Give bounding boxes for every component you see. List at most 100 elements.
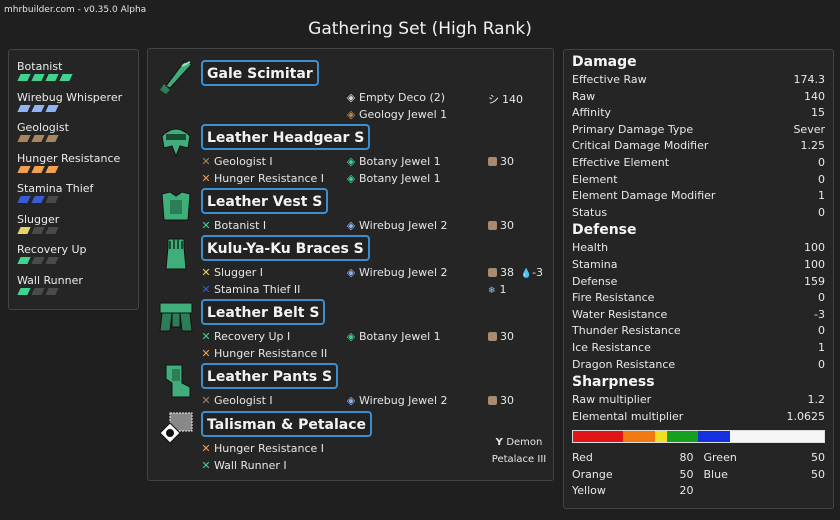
stat-label: Health	[572, 241, 609, 255]
stat-row: Ice Resistance 1	[572, 340, 825, 357]
sharpness-value: 50	[679, 467, 694, 481]
stat-label: Ice Resistance	[572, 340, 651, 354]
decoration-slot[interactable]: ◈ Wirebug Jewel 2	[345, 219, 448, 232]
skill-label: Geologist I	[214, 394, 273, 407]
skill-level-pip	[31, 74, 45, 81]
stat-value: 15	[811, 106, 825, 120]
sharpness-segment-green	[667, 431, 699, 443]
skill-name: Recovery Up	[17, 243, 87, 256]
sharpness-color-name: Green	[703, 451, 737, 465]
decoration-slot[interactable]: ◈ Wirebug Jewel 2	[345, 266, 448, 279]
skill-level-bars	[17, 135, 138, 142]
stat-row: Element Damage Modifier 1	[572, 188, 825, 205]
geology-jewel-icon: ◈	[346, 108, 356, 121]
stat-label: Element Damage Modifier	[572, 189, 716, 203]
stat-row: Primary Damage Type Sever	[572, 122, 825, 139]
skill-row[interactable]: Wall Runner	[17, 274, 138, 305]
skill-level-bars	[17, 226, 138, 234]
skill-row[interactable]: Recovery Up	[17, 243, 138, 274]
skill-level-pip	[45, 165, 59, 173]
stat-label: Stamina	[572, 257, 618, 271]
stat-row: Effective Raw 174.3	[572, 72, 825, 89]
skill-row[interactable]: Wirebug Whisperer	[17, 91, 138, 122]
stat-label: Thunder Resistance	[572, 324, 681, 338]
sharpness-segment-orange	[623, 431, 655, 443]
decoration-label: Botany Jewel 1	[359, 172, 441, 185]
skill-row[interactable]: Geologist	[17, 121, 138, 152]
equipment-stat: 30	[488, 155, 514, 168]
equipment-name[interactable]: Gale Scimitar	[201, 60, 319, 86]
equipment-item[interactable]: Kulu-Ya-Ku Braces S ✕ Slugger I ✕ Stamina Th…	[148, 233, 553, 296]
sharpness-legend-row: Orange 50	[572, 467, 694, 484]
equipment-stat: 30	[488, 330, 514, 343]
legs-icon	[156, 361, 196, 401]
equipment-stat: 30	[488, 219, 514, 232]
skill-label: Geologist I	[214, 155, 273, 168]
skill-row[interactable]: Hunger Resistance	[17, 152, 138, 183]
skill-icon: ✕	[201, 219, 211, 232]
sharpness-color-name: Blue	[703, 467, 728, 481]
stat-value: 30	[500, 155, 514, 168]
decoration-label: Geology Jewel 1	[359, 108, 448, 121]
skill-label: Hunger Resistance II	[214, 347, 328, 360]
sharpness-bar	[572, 430, 825, 444]
equipment-name[interactable]: Kulu-Ya-Ku Braces S	[201, 235, 370, 261]
defense-icon	[488, 332, 497, 341]
wirebug-jewel-icon: ◈	[346, 394, 356, 407]
decoration-slot[interactable]: ◈ Wirebug Jewel 2	[345, 394, 448, 407]
skill-icon: ✕	[201, 172, 211, 185]
equipment-name[interactable]: Leather Pants S	[201, 363, 339, 389]
decoration-slot[interactable]: ◈ Botany Jewel 1	[345, 330, 441, 343]
skill-name: Slugger	[17, 212, 60, 226]
equipment-item[interactable]: Leather Headgear S ✕ Geologist I ✕ Hunger Re…	[148, 122, 553, 185]
skill-name: Wirebug Whisperer	[17, 90, 123, 104]
waist-icon	[156, 297, 196, 337]
botany-jewel-icon: ◈	[346, 155, 356, 168]
equipment-item[interactable]: Gale Scimitar ◈ Empty Deco (2) ◈ Geology Jew…	[148, 58, 553, 121]
skill-level-pip	[31, 135, 45, 142]
equipment-name[interactable]: Talisman & Petalace	[201, 411, 373, 437]
sharpness-value: 50	[811, 451, 825, 465]
sharpness-value: 20	[679, 484, 694, 498]
skill-label: Botanist I	[214, 219, 267, 232]
defense-heading: Defense	[572, 222, 637, 239]
stat-value: 0	[818, 155, 825, 169]
skill-row[interactable]: Slugger	[17, 213, 138, 244]
defense-icon	[488, 268, 497, 277]
skill-level-pip	[31, 257, 45, 264]
long-sword-icon	[156, 58, 196, 98]
skill-row[interactable]: Botanist	[17, 60, 138, 91]
stat-row: Thunder Resistance 0	[572, 323, 825, 340]
skill-level-bars	[17, 257, 138, 264]
stat-value: 0	[818, 324, 825, 338]
decoration-slot[interactable]: ◈ Botany Jewel 1	[345, 172, 441, 185]
equipment-item[interactable]: Talisman & Petalace ✕ Hunger Resistance I ✕…	[148, 409, 553, 472]
equipment-name[interactable]: Leather Vest S	[201, 188, 329, 214]
skill-name: Hunger Resistance	[17, 151, 121, 165]
equipment-stat: 30	[488, 394, 514, 407]
equipment-item[interactable]: Leather Belt S ✕ Recovery Up I ✕ Hunger Resi…	[148, 297, 553, 360]
decoration-slot[interactable]: ◈ Geology Jewel 1	[345, 108, 447, 121]
equipment-panel: Gale Scimitar ◈ Empty Deco (2) ◈ Geology Jew…	[147, 48, 554, 481]
skill-label: Hunger Resistance I	[214, 442, 324, 455]
skill-level-pip	[17, 135, 31, 142]
stat-row: Element 0	[572, 172, 825, 189]
equipment-skill: ✕ Stamina Thief II	[201, 283, 300, 296]
petalace-name-line2: Petalace III	[491, 454, 547, 465]
skill-level-bars	[17, 196, 138, 203]
equipment-name[interactable]: Leather Belt S	[201, 299, 326, 325]
stat-value: 1	[818, 340, 825, 354]
stat-value: 30	[500, 394, 514, 407]
skill-row[interactable]: Stamina Thief	[17, 182, 138, 213]
equipment-skill: ✕ Botanist I	[201, 219, 266, 232]
helmet-icon	[156, 122, 196, 162]
equipment-name[interactable]: Leather Headgear S	[201, 124, 371, 150]
skill-level-pip	[17, 257, 31, 264]
skill-level-pip	[45, 226, 59, 234]
stat-row: Raw multiplier 1.2	[572, 392, 825, 409]
sharpness-segment-blue	[698, 431, 730, 443]
decoration-slot[interactable]: ◈ Empty Deco (2)	[345, 91, 445, 104]
stat-value: 100	[804, 241, 825, 255]
decoration-label: Botany Jewel 1	[359, 155, 441, 168]
decoration-slot[interactable]: ◈ Botany Jewel 1	[345, 155, 441, 168]
